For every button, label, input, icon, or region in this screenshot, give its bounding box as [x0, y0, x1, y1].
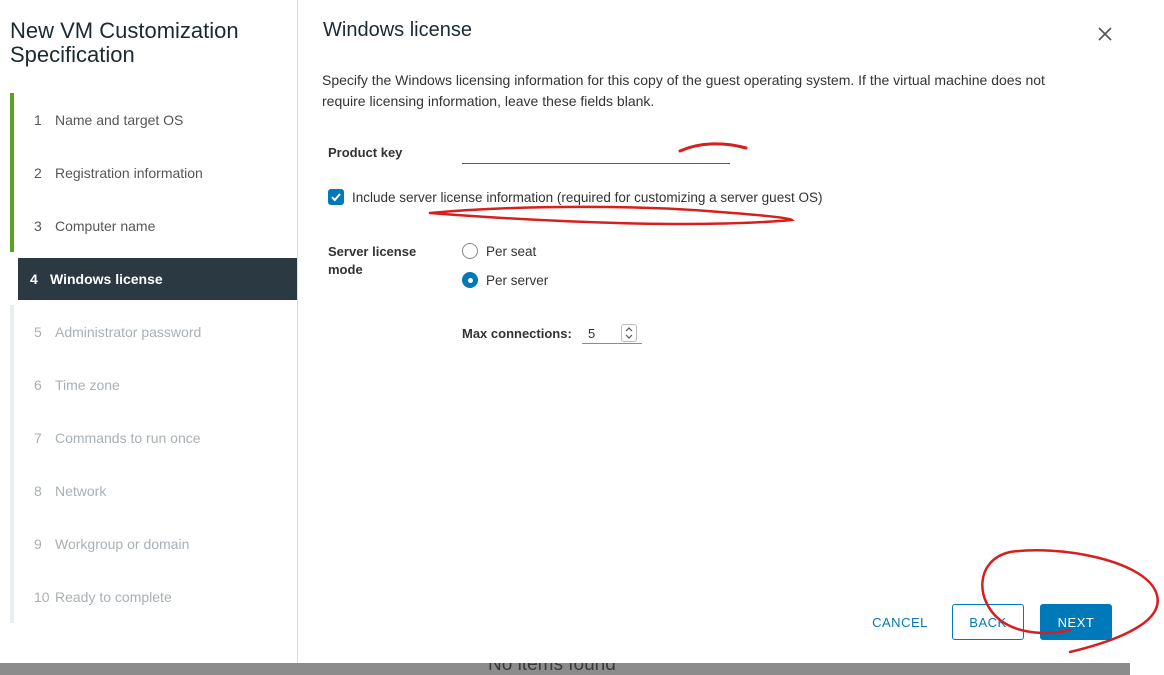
- step-label: Computer name: [55, 217, 156, 234]
- step-label: Workgroup or domain: [55, 535, 190, 552]
- product-key-label: Product key: [328, 145, 403, 160]
- step-label: Network: [55, 482, 107, 499]
- stepper-arrows[interactable]: [621, 324, 637, 342]
- step-label: Registration information: [55, 164, 203, 181]
- page-title: Windows license: [323, 19, 472, 41]
- step-label: Administrator password: [55, 323, 202, 340]
- page-description: Specify the Windows licensing informatio…: [322, 72, 1045, 109]
- per-seat-option[interactable]: Per seat: [462, 243, 536, 259]
- per-seat-label: Per seat: [486, 243, 537, 259]
- step-label: Ready to complete: [55, 588, 172, 605]
- step-windows-license[interactable]: 4 Windows license: [14, 258, 297, 300]
- step-ready-to-complete: 10 Ready to complete: [10, 570, 297, 623]
- back-button[interactable]: BACK: [952, 604, 1024, 640]
- include-server-license-label: Include server license information (requ…: [352, 189, 823, 205]
- max-connections-value[interactable]: 5: [582, 326, 621, 341]
- step-workgroup-or-domain: 9 Workgroup or domain: [10, 517, 297, 570]
- per-server-option[interactable]: Per server: [462, 272, 548, 288]
- max-connections-stepper[interactable]: 5: [582, 323, 642, 344]
- step-network: 8 Network: [10, 464, 297, 517]
- product-key-input[interactable]: [462, 142, 730, 164]
- step-label: Name and target OS: [55, 111, 184, 128]
- wizard-content: Windows license Specify the Windows lice…: [298, 0, 1164, 663]
- wizard-steps: 1 Name and target OS 2 Registration inform…: [10, 93, 297, 623]
- step-commands-to-run-once: 7 Commands to run once: [10, 411, 297, 464]
- next-button[interactable]: NEXT: [1040, 604, 1112, 640]
- step-label: Time zone: [55, 376, 120, 393]
- chevron-down-icon: [625, 334, 633, 339]
- step-label: Windows license: [50, 271, 163, 287]
- per-server-label: Per server: [486, 272, 549, 288]
- step-registration-information[interactable]: 2 Registration information: [10, 146, 297, 199]
- cancel-button[interactable]: CANCEL: [862, 604, 938, 640]
- chevron-up-icon: [625, 327, 633, 332]
- max-connections-label: Max connections:: [462, 326, 572, 341]
- no-items-text: No items found: [488, 663, 616, 675]
- include-server-license-row[interactable]: Include server license information (requ…: [328, 189, 822, 205]
- include-server-license-checkbox[interactable]: [328, 189, 344, 205]
- step-name-and-target-os[interactable]: 1 Name and target OS: [10, 93, 297, 146]
- step-label: Commands to run once: [55, 429, 201, 446]
- per-server-radio[interactable]: [462, 272, 478, 288]
- per-seat-radio[interactable]: [462, 243, 478, 259]
- server-license-mode-label: Server license mode: [328, 244, 417, 277]
- step-computer-name[interactable]: 3 Computer name: [10, 199, 297, 252]
- wizard-title: New VM Customization Specification: [10, 18, 239, 67]
- checkmark-icon: [331, 193, 341, 202]
- step-time-zone: 6 Time zone: [10, 358, 297, 411]
- background-page: No items found: [0, 663, 1130, 675]
- step-administrator-password: 5 Administrator password: [10, 305, 297, 358]
- close-icon[interactable]: [1095, 24, 1115, 44]
- wizard-sidebar: New VM Customization Specification 1 Name…: [0, 0, 298, 663]
